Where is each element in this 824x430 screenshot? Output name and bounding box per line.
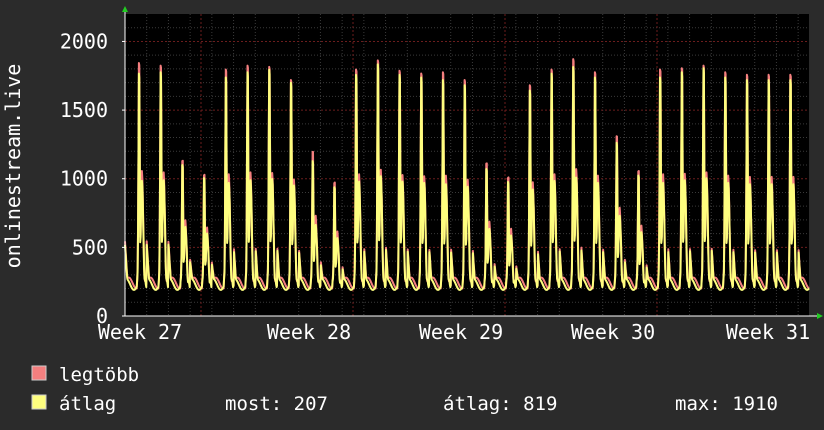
x-tick-label: Week 31: [726, 320, 810, 344]
stat-average: átlag: 819: [443, 393, 557, 415]
stat-maximum: max: 1910: [675, 393, 778, 415]
y-tick-label: 500: [72, 235, 108, 259]
y-tick-label: 2000: [60, 29, 108, 53]
legend-label-max: legtöbb: [59, 364, 139, 386]
x-tick-label: Week 30: [571, 320, 655, 344]
stat-current: most: 207: [225, 393, 328, 415]
x-tick-label: Week 27: [98, 320, 182, 344]
y-tick-label: 1500: [60, 98, 108, 122]
x-tick-label: Week 29: [419, 320, 503, 344]
legend-swatch-max: [31, 365, 47, 381]
rrd-graph: 0500100015002000 Week 27 Week 28 Week 29 We…: [0, 0, 824, 430]
legend-swatch-avg: [31, 394, 47, 410]
x-tick-label: Week 28: [267, 320, 351, 344]
y-axis-label: onlinestream.live: [1, 64, 25, 269]
y-tick-label: 1000: [60, 167, 108, 191]
legend-label-avg: átlag: [59, 393, 116, 415]
